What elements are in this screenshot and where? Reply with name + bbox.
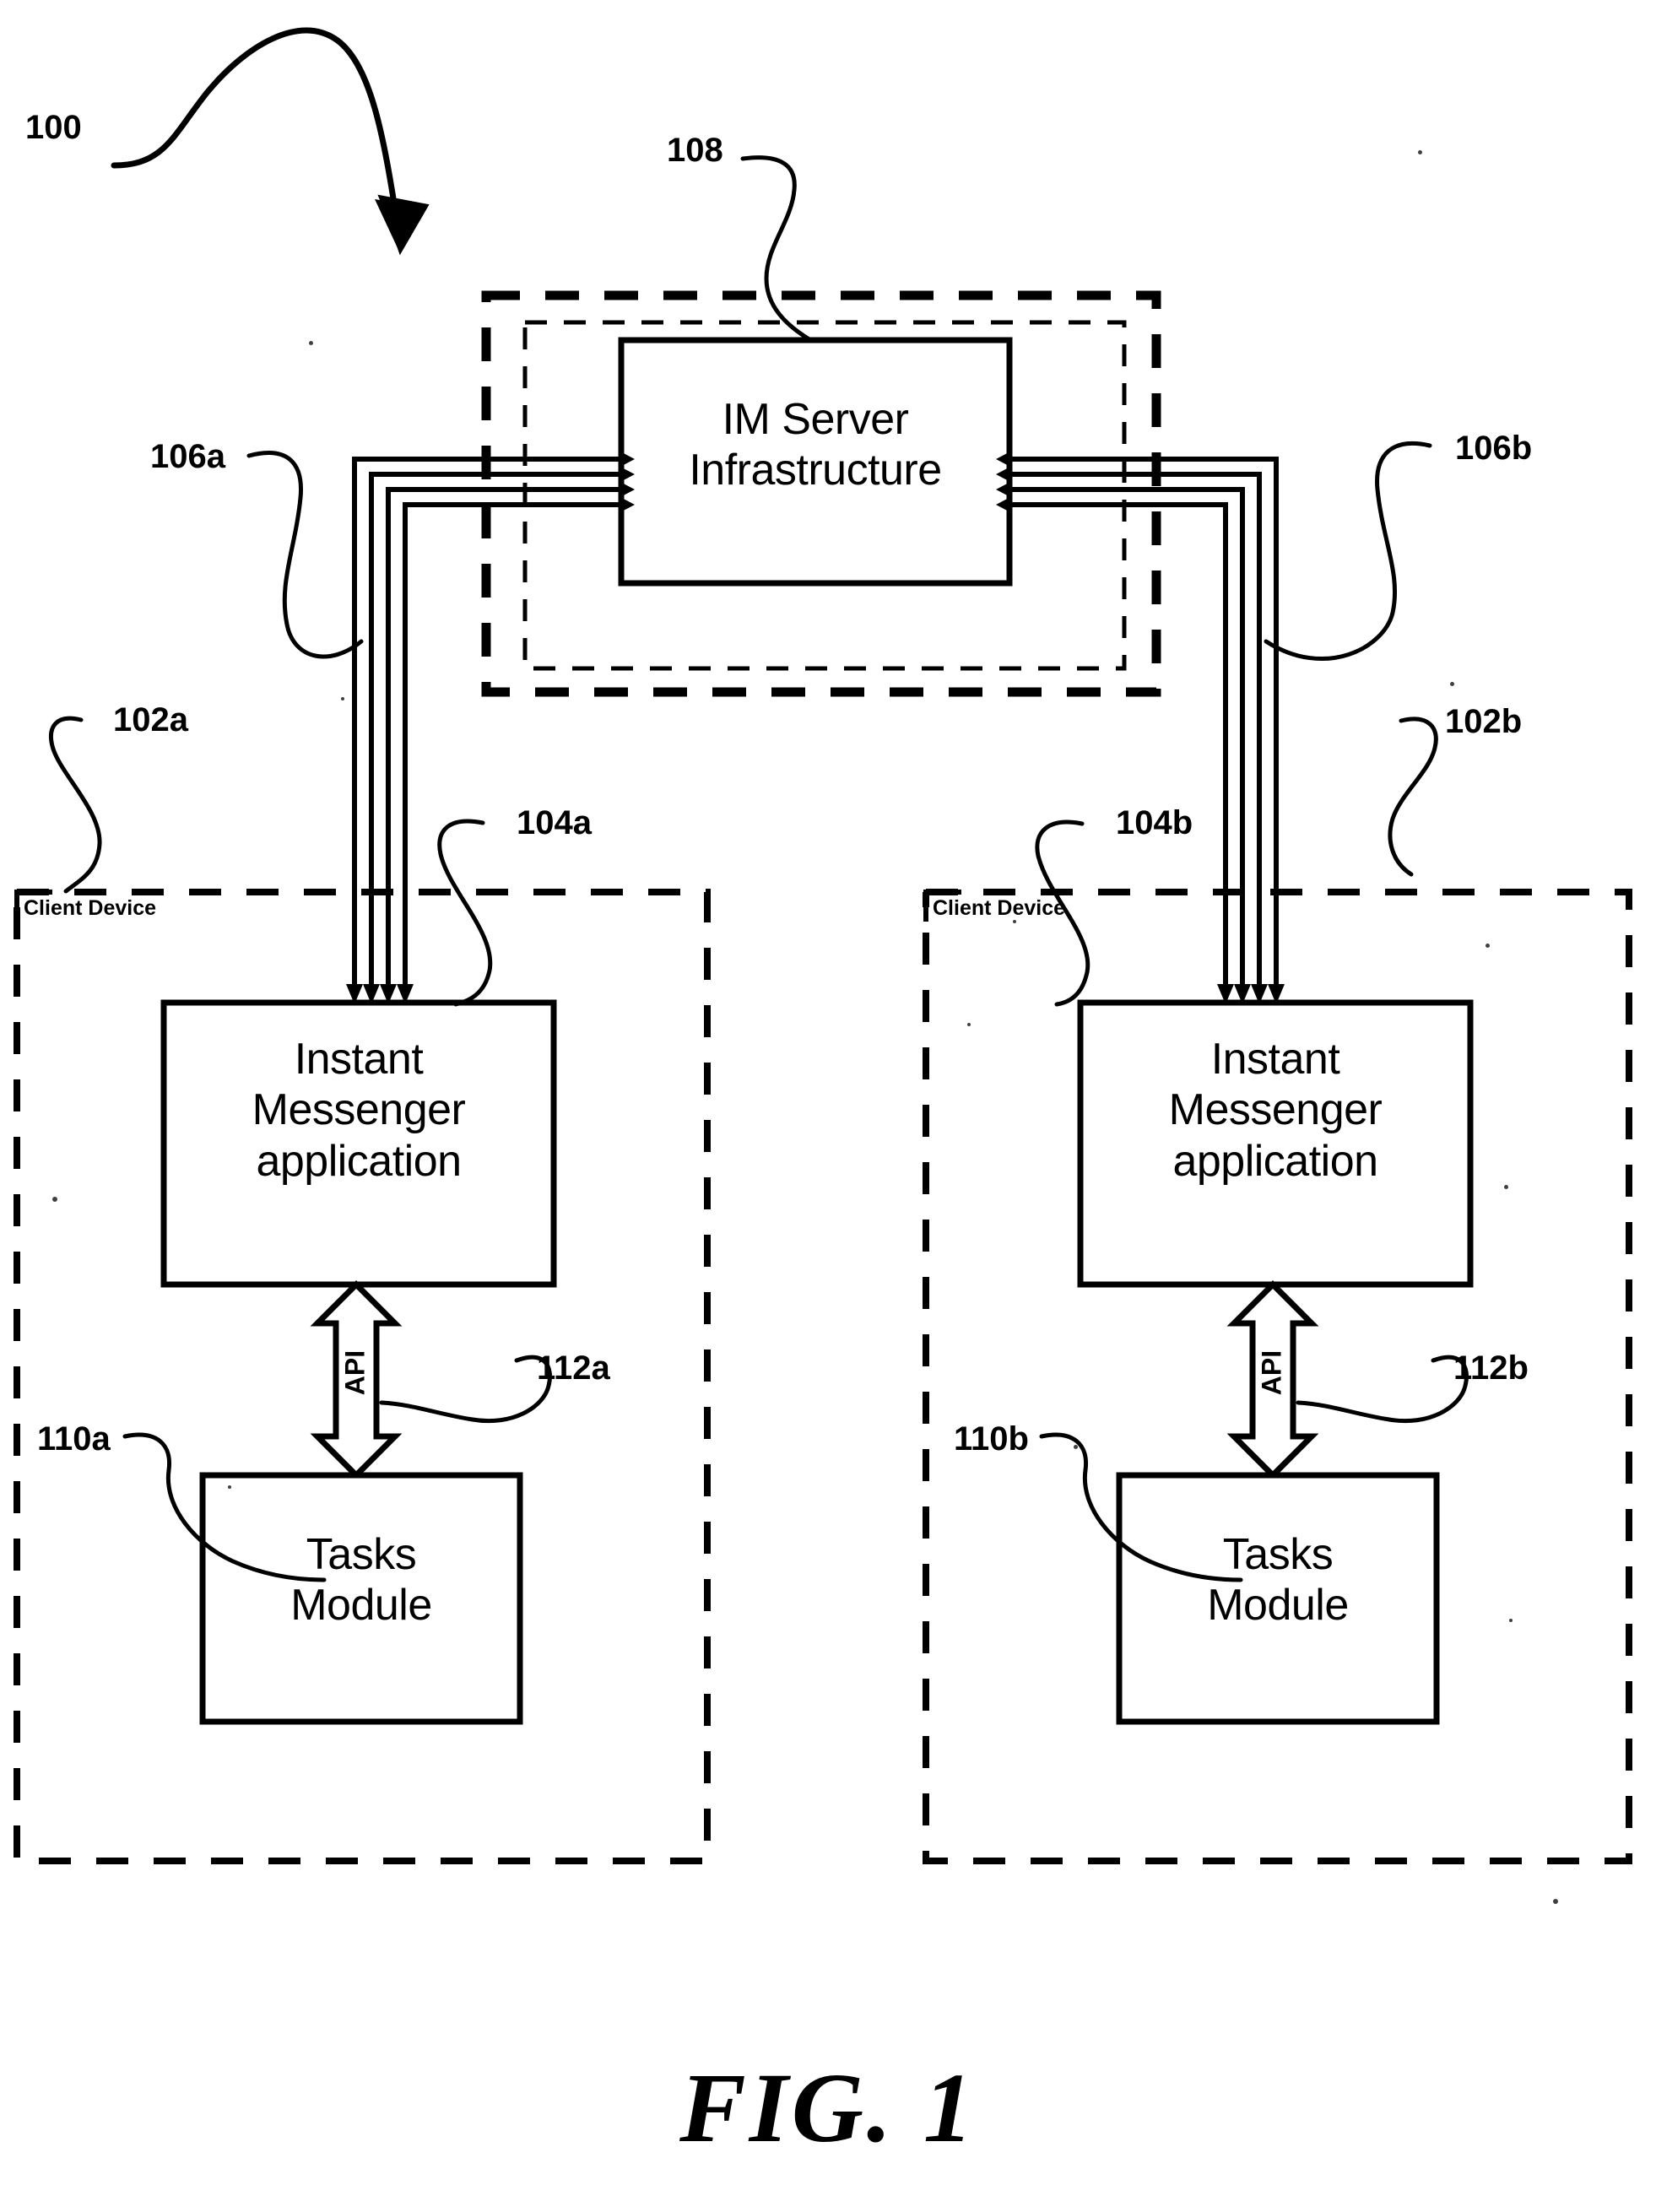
link-right-ref-lead <box>1264 441 1432 662</box>
server-ref-lead <box>740 155 814 343</box>
im-server-title-line2: Infrastructure <box>689 446 942 495</box>
tasks-module-right-title: Tasks Module <box>1119 1529 1437 1631</box>
im-app-left-ref-lead <box>437 819 493 1007</box>
im-app-left-line1: Instant <box>294 1035 424 1084</box>
link-left-ref-lead <box>246 451 364 659</box>
im-app-right-title: Instant Messenger application <box>1080 1034 1470 1187</box>
scan-speck <box>967 1023 971 1026</box>
im-app-right-line3: application <box>1172 1136 1378 1186</box>
client-device-right-caption: Client Device <box>933 896 1066 920</box>
scan-speck <box>309 341 313 345</box>
system-ref-number: 100 <box>25 109 82 146</box>
im-app-right-line2: Messenger <box>1168 1085 1383 1135</box>
api-right-ref-lead <box>1296 1355 1469 1424</box>
link-right-ref-number: 106b <box>1455 430 1533 467</box>
scan-speck <box>1509 1619 1513 1622</box>
client-left-ref-lead <box>49 716 102 894</box>
figure-caption: FIG. 1 <box>679 2052 977 2163</box>
scan-speck <box>1013 920 1016 923</box>
api-left-ref-number: 112a <box>537 1349 610 1387</box>
tasks-left-ref-number: 110a <box>37 1420 111 1458</box>
client-right-ref-lead <box>1388 717 1438 877</box>
client-right-ref-number: 102b <box>1445 703 1523 740</box>
scan-speck <box>1450 682 1454 686</box>
im-app-left-ref-number: 104a <box>517 804 592 841</box>
tasks-right-ref-number: 110b <box>954 1420 1029 1458</box>
tasks-module-left-title: Tasks Module <box>203 1529 520 1631</box>
server-ref-number: 108 <box>667 132 723 169</box>
im-server-title-line1: IM Server <box>722 395 909 444</box>
scan-speck <box>52 1197 57 1202</box>
im-app-left-line2: Messenger <box>252 1085 466 1135</box>
system-lead-arrow <box>111 27 430 256</box>
scan-speck <box>228 1485 231 1489</box>
api-left-ref-lead <box>379 1355 552 1424</box>
scan-speck <box>1486 944 1490 948</box>
api-left-label: API <box>339 1349 371 1396</box>
tasks-left-line2: Module <box>290 1581 432 1631</box>
api-right-ref-number: 112b <box>1453 1349 1529 1387</box>
left-communication-links <box>352 457 619 998</box>
im-app-left-title: Instant Messenger application <box>164 1034 554 1187</box>
scan-speck <box>1553 1899 1558 1904</box>
scan-speck <box>1504 1185 1508 1189</box>
client-left-ref-number: 102a <box>113 701 188 738</box>
im-server-title: IM Server Infrastructure <box>621 394 1009 496</box>
api-right-label: API <box>1256 1349 1287 1396</box>
tasks-right-line2: Module <box>1207 1581 1349 1631</box>
client-device-left-caption: Client Device <box>24 896 157 920</box>
tasks-right-line1: Tasks <box>1222 1530 1334 1579</box>
im-app-right-line1: Instant <box>1210 1035 1340 1084</box>
tasks-left-line1: Tasks <box>306 1530 417 1579</box>
im-app-right-ref-number: 104b <box>1116 804 1193 841</box>
scan-speck <box>1418 150 1422 154</box>
link-left-ref-number: 106a <box>150 438 225 475</box>
patent-figure-page: 100 108 IM Server Infrastructure 106a 10… <box>0 0 1656 2212</box>
scan-speck <box>1074 1445 1078 1449</box>
im-app-left-line3: application <box>256 1136 462 1186</box>
scan-speck <box>341 697 344 700</box>
